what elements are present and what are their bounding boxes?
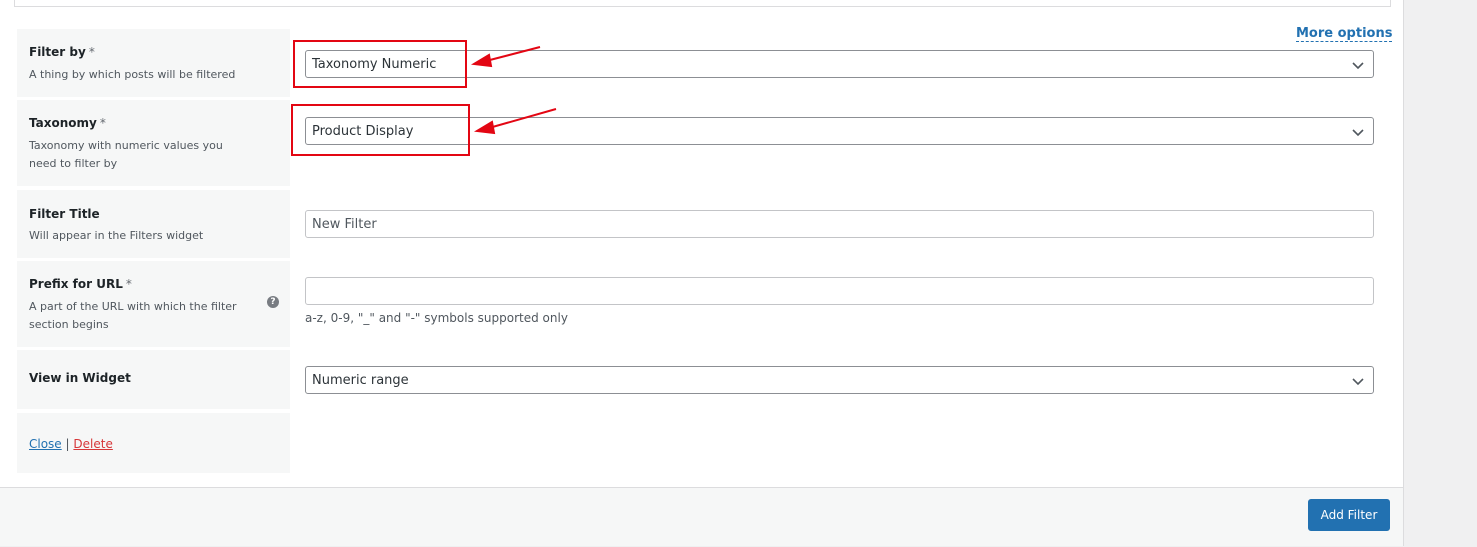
taxonomy-label-cell: Taxonomy * Taxonomy with numeric values y…	[17, 100, 290, 186]
view-in-widget-selected-value: Numeric range	[312, 373, 409, 388]
panel-footer	[0, 487, 1403, 546]
delete-link[interactable]: Delete	[73, 437, 112, 451]
chevron-down-icon	[1352, 129, 1364, 137]
prefix-url-label-cell: Prefix for URL * A part of the URL with w…	[17, 261, 290, 347]
help-icon[interactable]: ?	[267, 296, 279, 308]
filter-title-input[interactable]: New Filter	[305, 210, 1374, 238]
close-link[interactable]: Close	[29, 437, 62, 451]
chevron-down-icon	[1352, 378, 1364, 386]
annotation-highlight-box	[293, 40, 467, 88]
prefix-url-hint: a-z, 0-9, "_" and "-" symbols supported …	[305, 311, 568, 325]
filter-by-label: Filter by	[29, 45, 86, 59]
required-mark: *	[88, 45, 95, 59]
prefix-url-label: Prefix for URL	[29, 277, 123, 291]
prefix-url-input[interactable]	[305, 277, 1374, 305]
view-in-widget-label: View in Widget	[29, 371, 131, 385]
view-in-widget-select[interactable]: Numeric range	[305, 366, 1374, 394]
prefix-url-description: A part of the URL with which the filter …	[29, 300, 237, 331]
taxonomy-description: Taxonomy with numeric values you need to…	[29, 139, 223, 170]
filter-title-placeholder: New Filter	[312, 217, 377, 232]
more-options-link[interactable]: More options	[1296, 26, 1393, 42]
previous-section-edge	[14, 0, 1391, 7]
required-mark: *	[125, 277, 132, 291]
row-actions: Close | Delete	[29, 437, 113, 451]
action-separator: |	[65, 437, 70, 451]
filter-by-description: A thing by which posts will be filtered	[29, 68, 236, 81]
add-filter-button[interactable]: Add Filter	[1308, 499, 1390, 531]
taxonomy-title: Taxonomy *	[29, 116, 106, 130]
required-mark: *	[99, 116, 106, 130]
filter-title-label-cell: Filter Title Will appear in the Filters …	[17, 190, 290, 258]
filter-title-description: Will appear in the Filters widget	[29, 229, 204, 242]
annotation-highlight-box	[291, 104, 470, 156]
taxonomy-label: Taxonomy	[29, 116, 97, 130]
filter-by-title: Filter by *	[29, 45, 95, 59]
filter-title-label: Filter Title	[29, 207, 100, 221]
filter-by-label-cell: Filter by * A thing by which posts will b…	[17, 29, 290, 97]
prefix-url-title: Prefix for URL *	[29, 277, 132, 291]
chevron-down-icon	[1352, 62, 1364, 70]
view-in-widget-label-cell: View in Widget	[17, 350, 290, 409]
